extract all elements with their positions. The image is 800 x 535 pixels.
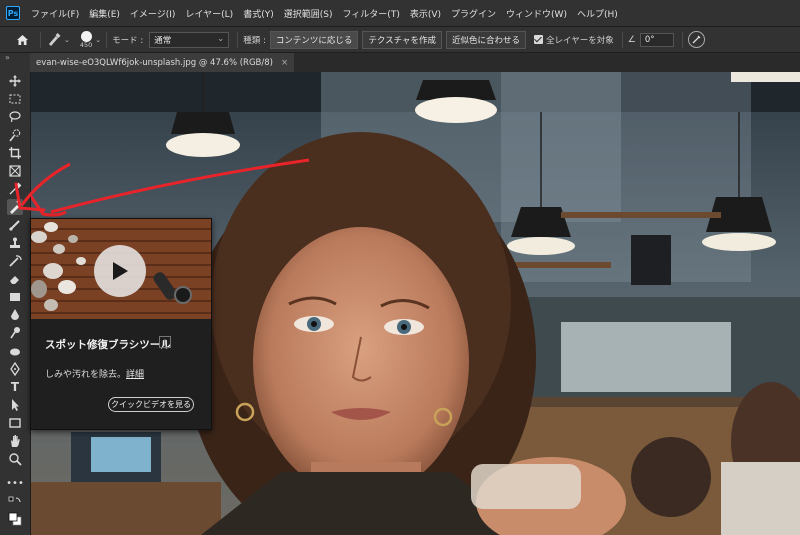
menu-view[interactable]: 表示(V)	[405, 7, 446, 20]
sample-all-layers-checkbox[interactable]	[534, 35, 544, 44]
menu-help[interactable]: ヘルプ(H)	[572, 7, 623, 20]
menu-type[interactable]: 書式(Y)	[238, 7, 279, 20]
close-icon[interactable]: ×	[281, 58, 288, 68]
document-tab-title: evan-wise-eO3QLWf6jok-unsplash.jpg @ 47.…	[36, 57, 273, 68]
edit-toolbar-icon[interactable]: •••	[6, 475, 24, 491]
menu-window[interactable]: ウィンドウ(W)	[501, 7, 572, 20]
brush-size-picker[interactable]: 450	[79, 30, 93, 49]
quick-selection-tool-icon[interactable]	[7, 127, 23, 143]
pen-tool-icon[interactable]	[7, 361, 23, 377]
path-selection-tool-icon[interactable]	[7, 397, 23, 413]
options-bar: ⌄ 450 ⌄ モード : 通常 ⌄ 種類 : コンテンツに応じる テクスチャを…	[0, 27, 800, 53]
menu-file[interactable]: ファイル(F)	[26, 7, 84, 20]
lasso-tool-icon[interactable]	[7, 109, 23, 125]
move-tool-icon[interactable]	[7, 73, 23, 89]
menu-image[interactable]: イメージ(I)	[125, 7, 181, 20]
foreground-background-color-icon[interactable]	[7, 511, 23, 527]
zoom-tool-icon[interactable]	[7, 451, 23, 467]
tooltip-detail-link[interactable]: 詳細	[126, 370, 144, 380]
tooltip-video-thumbnail[interactable]	[31, 219, 211, 319]
clone-stamp-tool-icon[interactable]	[7, 235, 23, 251]
tool-tooltip-card: スポット修復ブラシツール J しみや汚れを除去。詳細 クイックビデオを見る	[30, 218, 212, 430]
angle-input[interactable]: 0°	[639, 32, 674, 47]
sample-all-layers-label: 全レイヤーを対象	[546, 35, 614, 46]
photoshop-logo[interactable]: Ps	[6, 6, 20, 20]
menu-filter[interactable]: フィルター(T)	[337, 7, 404, 20]
rectangle-tool-icon[interactable]	[7, 415, 23, 431]
pressure-size-icon[interactable]	[687, 31, 705, 48]
chevron-down-icon: ⌄	[64, 35, 70, 44]
swap-colors-icon[interactable]	[7, 495, 23, 511]
brush-size-value: 450	[79, 40, 93, 49]
menu-bar: Ps ファイル(F) 編集(E) イメージ(I) レイヤー(L) 書式(Y) 選…	[0, 0, 800, 27]
document-tab[interactable]: evan-wise-eO3QLWf6jok-unsplash.jpg @ 47.…	[30, 53, 295, 72]
menu-plugins[interactable]: プラグイン	[446, 7, 501, 20]
mode-value: 通常	[154, 35, 172, 46]
menu-select[interactable]: 選択範囲(S)	[279, 7, 338, 20]
tooltip-description-text: しみや汚れを除去。	[45, 370, 127, 380]
mode-select[interactable]: 通常 ⌄	[149, 31, 230, 48]
type-create-texture-button[interactable]: テクスチャを作成	[362, 30, 443, 49]
sponge-tool-icon[interactable]	[7, 343, 23, 359]
gradient-tool-icon[interactable]	[7, 289, 23, 305]
home-icon[interactable]	[14, 34, 30, 46]
chevron-down-icon[interactable]: ⌄	[95, 36, 101, 44]
play-button-icon[interactable]	[94, 245, 146, 297]
chevron-down-icon: ⌄	[217, 33, 225, 44]
blur-tool-icon[interactable]	[7, 307, 23, 323]
tooltip-title: スポット修復ブラシツール	[45, 339, 171, 351]
eraser-tool-icon[interactable]	[7, 271, 23, 287]
quick-video-button[interactable]: クイックビデオを見る	[108, 397, 194, 412]
toolbar-collapse-icon[interactable]: »	[5, 53, 10, 62]
spot-healing-tool-preset-icon[interactable]: ⌄	[46, 32, 70, 47]
dodge-tool-icon[interactable]	[7, 325, 23, 341]
brush-preview-icon	[80, 30, 92, 42]
type-proximity-match-button[interactable]: 近似色に合わせる	[446, 30, 527, 49]
document-tab-bar: evan-wise-eO3QLWf6jok-unsplash.jpg @ 47.…	[30, 53, 800, 72]
type-tool-icon[interactable]: T	[7, 379, 23, 395]
hand-tool-icon[interactable]	[7, 433, 23, 449]
tooltip-description: しみや汚れを除去。詳細	[45, 367, 144, 380]
marquee-tool-icon[interactable]	[7, 91, 23, 107]
tooltip-shortcut-key: J	[159, 336, 171, 348]
menu-edit[interactable]: 編集(E)	[84, 7, 125, 20]
type-label: 種類 :	[243, 35, 266, 46]
mode-label: モード :	[112, 35, 144, 46]
annotation-arrow	[14, 162, 71, 212]
toolbar: » T •••	[0, 53, 31, 535]
menu-layer[interactable]: レイヤー(L)	[180, 7, 238, 20]
angle-icon: ∠	[627, 34, 636, 45]
history-brush-tool-icon[interactable]	[7, 253, 23, 269]
type-content-aware-button[interactable]: コンテンツに応じる	[269, 30, 359, 49]
